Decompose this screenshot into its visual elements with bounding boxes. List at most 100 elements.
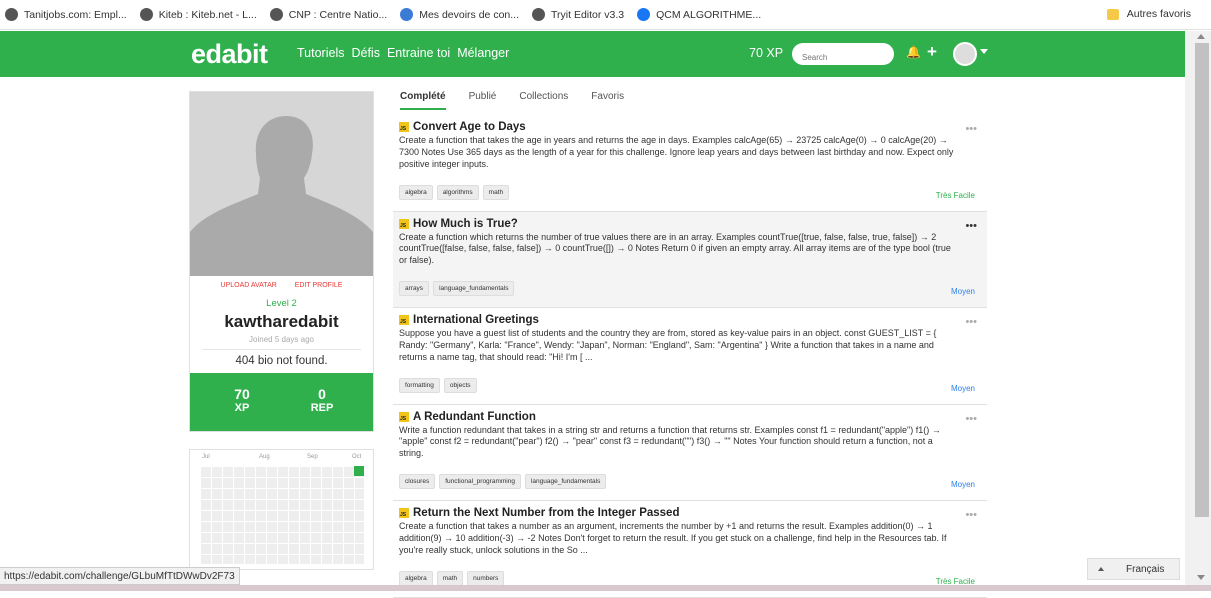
more-options-icon[interactable]: ••• bbox=[965, 123, 977, 135]
challenge-title-text: International Greetings bbox=[413, 314, 539, 326]
tab-collections[interactable]: Collections bbox=[519, 91, 568, 110]
tab-complete[interactable]: Complété bbox=[400, 91, 446, 110]
challenge-item[interactable]: JS Return the Next Number from the Intege… bbox=[393, 501, 987, 598]
rep-stat-value: 0 bbox=[318, 386, 326, 402]
activity-heatmap: Jul Aug Sep Oct bbox=[189, 449, 374, 570]
globe-icon bbox=[269, 8, 283, 21]
javascript-icon: JS bbox=[399, 315, 409, 325]
challenge-tags: arrays language_fundamentals bbox=[399, 281, 518, 296]
nav-link-entraine-toi[interactable]: Entraine toi bbox=[387, 46, 450, 60]
tag-chip[interactable]: language_fundamentals bbox=[524, 474, 607, 489]
bookmark-label: Kiteb : Kiteb.net - L... bbox=[158, 8, 257, 21]
page-scrollbar[interactable] bbox=[1185, 31, 1211, 591]
javascript-icon: JS bbox=[399, 411, 409, 422]
upload-avatar-link[interactable]: UPLOAD AVATAR bbox=[221, 282, 277, 289]
language-label: Français bbox=[1126, 564, 1165, 575]
taskbar-strip bbox=[0, 585, 1211, 591]
bookmark-label: Mes devoirs de con... bbox=[419, 8, 519, 21]
tag-chip[interactable]: math bbox=[482, 184, 510, 200]
challenge-item[interactable]: JS A Redundant Function Write a function r… bbox=[393, 405, 987, 501]
heatmap-month: Aug bbox=[259, 454, 270, 460]
challenge-title[interactable]: JS A Redundant Function bbox=[399, 411, 981, 423]
profile-avatar bbox=[190, 92, 373, 276]
edabit-logo[interactable]: edabit bbox=[191, 39, 268, 70]
folder-icon bbox=[1106, 8, 1119, 20]
globe-icon bbox=[5, 8, 18, 21]
status-url: https://edabit.com/challenge/GLbuMfTtDWw… bbox=[0, 567, 240, 585]
search-input[interactable] bbox=[792, 43, 894, 65]
facebook-icon bbox=[637, 8, 651, 21]
challenge-title-text: Return the Next Number from the Integer … bbox=[413, 507, 680, 519]
challenge-description: Create a function that takes a number as… bbox=[399, 521, 947, 555]
more-options-icon[interactable]: ••• bbox=[965, 413, 977, 425]
chat-icon bbox=[400, 8, 414, 21]
tag-chip[interactable]: objects bbox=[443, 377, 477, 393]
difficulty-label: Moyen bbox=[950, 383, 975, 393]
nav-link-defis[interactable]: Défis bbox=[351, 46, 379, 60]
javascript-icon: JS bbox=[399, 508, 409, 518]
challenge-item[interactable]: JS International Greetings Suppose you hav… bbox=[393, 308, 987, 405]
more-options-icon[interactable]: ••• bbox=[965, 509, 977, 521]
difficulty-label: Très Facile bbox=[935, 190, 975, 200]
profile-card: UPLOAD AVATAR EDIT PROFILE Level 2 kawth… bbox=[189, 91, 374, 432]
javascript-icon: JS bbox=[399, 122, 409, 132]
challenge-item[interactable]: JS Convert Age to Days Create a function t… bbox=[393, 115, 987, 212]
rep-stat-label: REP bbox=[310, 402, 334, 414]
bookmark-other-favorites[interactable]: Autres favoris bbox=[1106, 8, 1191, 20]
user-bio: 404 bio not found. bbox=[235, 355, 328, 367]
challenge-tags: formatting objects bbox=[399, 377, 481, 393]
bookmark-item[interactable]: Mes devoirs de con... bbox=[400, 8, 519, 21]
bookmarks-bar: Tanitjobs.com: Empl... Kiteb : Kiteb.net … bbox=[0, 0, 1211, 30]
challenge-title[interactable]: JS Convert Age to Days bbox=[399, 121, 981, 133]
heatmap-grid bbox=[200, 466, 364, 564]
xp-stat: 70 XP bbox=[212, 386, 272, 414]
nav-links: Tutoriels Défis Entraine toi Mélanger bbox=[297, 46, 516, 60]
challenge-item[interactable]: JS How Much is True? Create a function whi… bbox=[393, 211, 987, 308]
tag-chip[interactable]: formatting bbox=[399, 377, 440, 393]
difficulty-label: Moyen bbox=[950, 287, 975, 296]
xp-stat-value: 70 bbox=[234, 386, 250, 402]
challenge-title[interactable]: JS Return the Next Number from the Intege… bbox=[399, 507, 981, 519]
more-options-icon[interactable]: ••• bbox=[965, 220, 977, 232]
chevron-down-icon[interactable] bbox=[980, 49, 988, 54]
more-options-icon[interactable]: ••• bbox=[965, 316, 977, 328]
edit-profile-link[interactable]: EDIT PROFILE bbox=[295, 282, 343, 289]
scroll-down-icon[interactable] bbox=[1197, 575, 1205, 580]
avatar[interactable] bbox=[953, 42, 977, 66]
bookmark-item[interactable]: CNP : Centre Natio... bbox=[269, 8, 387, 21]
heatmap-month: Oct bbox=[352, 454, 362, 460]
plus-icon[interactable]: + bbox=[927, 42, 937, 62]
scroll-thumb[interactable] bbox=[1195, 43, 1209, 517]
language-selector[interactable]: Français bbox=[1087, 558, 1180, 580]
tag-chip[interactable]: algorithms bbox=[436, 184, 479, 200]
bookmark-item[interactable]: Tryit Editor v3.3 bbox=[532, 8, 624, 21]
tag-chip[interactable]: functional_programming bbox=[439, 474, 521, 489]
tag-chip[interactable]: closures bbox=[399, 474, 436, 489]
tag-chip[interactable]: arrays bbox=[399, 281, 430, 296]
bookmark-other-label: Autres favoris bbox=[1126, 8, 1191, 20]
rep-stat: 0 REP bbox=[292, 386, 352, 414]
person-silhouette-icon bbox=[190, 92, 373, 276]
tag-chip[interactable]: math bbox=[436, 570, 464, 586]
profile-divider bbox=[202, 349, 361, 350]
tag-chip[interactable]: algebra bbox=[399, 184, 433, 200]
nav-link-melanger[interactable]: Mélanger bbox=[457, 46, 509, 60]
top-navbar: edabit Tutoriels Défis Entraine toi Méla… bbox=[0, 31, 1185, 77]
nav-link-tutoriels[interactable]: Tutoriels bbox=[297, 46, 344, 60]
bookmark-item[interactable]: QCM ALGORITHME... bbox=[637, 8, 761, 21]
challenge-title[interactable]: JS International Greetings bbox=[399, 314, 981, 326]
tag-chip[interactable]: algebra bbox=[399, 570, 433, 586]
bookmark-item[interactable]: Tanitjobs.com: Empl... bbox=[5, 8, 127, 21]
tab-publie[interactable]: Publié bbox=[469, 91, 497, 110]
tag-chip[interactable]: language_fundamentals bbox=[433, 281, 515, 296]
tab-favoris[interactable]: Favoris bbox=[591, 91, 624, 110]
scroll-up-icon[interactable] bbox=[1197, 34, 1205, 39]
tag-chip[interactable]: numbers bbox=[467, 570, 505, 586]
challenge-title[interactable]: JS How Much is True? bbox=[399, 218, 981, 230]
challenge-title-text: Convert Age to Days bbox=[413, 121, 526, 133]
heatmap-active-cell[interactable] bbox=[354, 466, 364, 476]
challenge-list: JS Convert Age to Days Create a function t… bbox=[393, 115, 987, 598]
bookmark-item[interactable]: Kiteb : Kiteb.net - L... bbox=[139, 8, 257, 21]
bookmark-label: Tryit Editor v3.3 bbox=[551, 8, 625, 21]
bell-icon[interactable]: 🔔 bbox=[906, 45, 921, 59]
